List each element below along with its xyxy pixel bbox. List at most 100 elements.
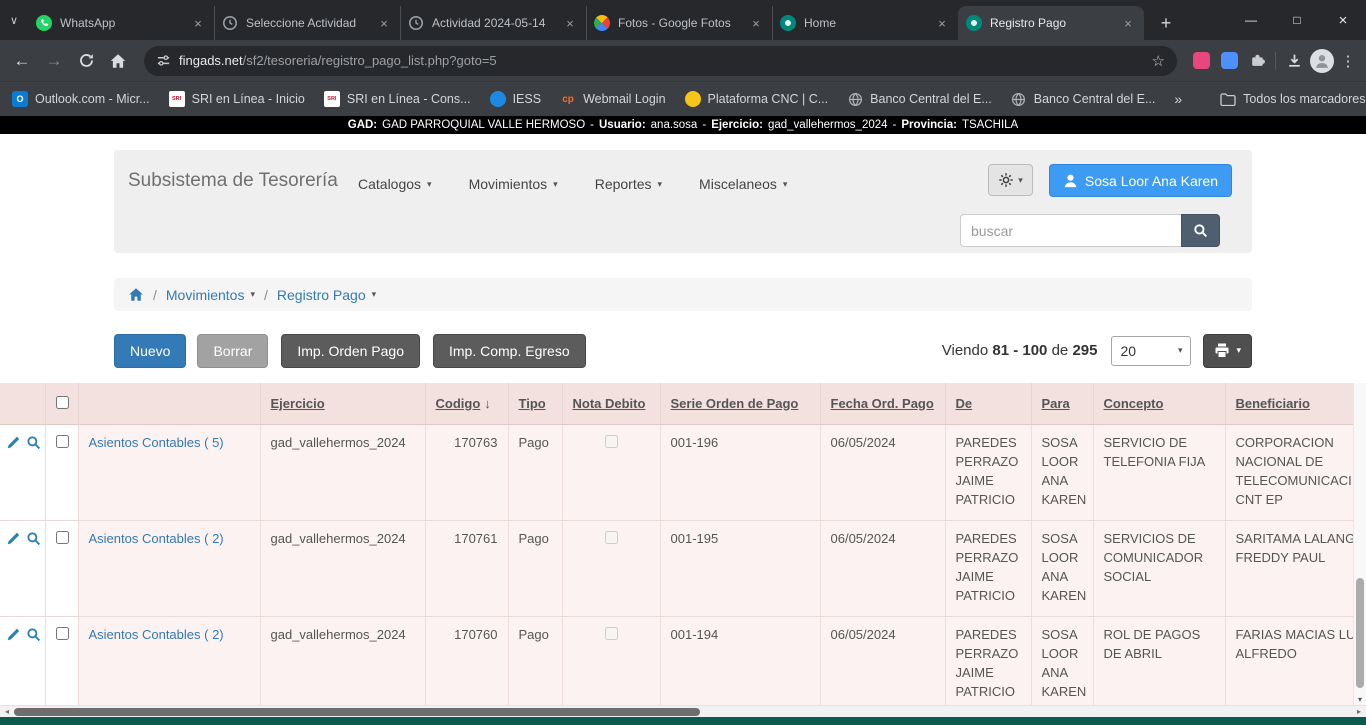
bookmark-item[interactable]: SRISRI en Línea - Inicio (169, 91, 305, 107)
tab-close-icon[interactable]: × (376, 16, 392, 31)
horizontal-scrollbar[interactable]: ◂ ▸ (0, 705, 1366, 717)
header-beneficiario[interactable]: Beneficiario (1225, 383, 1366, 424)
header-para[interactable]: Para (1031, 383, 1093, 424)
extensions-puzzle-icon[interactable] (1243, 47, 1271, 75)
menu-catalogos[interactable]: Catalogos▾ (358, 176, 432, 192)
tab-google-fotos[interactable]: Fotos - Google Fotos × (586, 6, 772, 40)
tab-close-icon[interactable]: × (748, 16, 764, 31)
forward-button[interactable]: → (38, 45, 70, 77)
tab-registro-pago[interactable]: Registro Pago × (958, 6, 1144, 40)
search-button[interactable] (1181, 214, 1220, 247)
tab-close-icon[interactable]: × (934, 16, 950, 31)
select-all-checkbox[interactable] (56, 396, 69, 409)
window-minimize-button[interactable]: — (1228, 0, 1274, 40)
menu-reportes[interactable]: Reportes▾ (595, 176, 662, 192)
window-close-button[interactable]: × (1320, 0, 1366, 40)
tab-close-icon[interactable]: × (190, 16, 206, 31)
menu-miscelaneos[interactable]: Miscelaneos▾ (699, 176, 787, 192)
header-asientos (78, 383, 260, 424)
window-controls: — □ × (1228, 0, 1366, 40)
row-checkbox[interactable] (56, 435, 69, 448)
asientos-contables-link[interactable]: Asientos Contables ( 5) (89, 435, 224, 450)
beneficiario-cell: FARIAS MACIAS LU ALFREDO (1225, 616, 1366, 712)
page-size-select[interactable]: 20▾ (1111, 336, 1191, 366)
bookmark-item[interactable]: SRISRI en Línea - Cons... (324, 91, 471, 107)
tab-close-icon[interactable]: × (562, 16, 578, 31)
new-tab-button[interactable]: + (1152, 9, 1180, 37)
window-maximize-button[interactable]: □ (1274, 0, 1320, 40)
header-serie-orden-pago[interactable]: Serie Orden de Pago (660, 383, 820, 424)
chevron-down-icon: ▾ (1178, 345, 1183, 356)
table-row: Asientos Contables ( 2) gad_vallehermos_… (0, 616, 1366, 712)
bookmark-item[interactable]: OOutlook.com - Micr... (12, 91, 150, 107)
header-codigo[interactable]: Codigo↓ (425, 383, 508, 424)
cnc-icon (685, 91, 701, 107)
row-checkbox[interactable] (56, 531, 69, 544)
edit-pencil-icon[interactable] (6, 627, 21, 642)
bookmarks-overflow-button[interactable]: » (1174, 91, 1182, 107)
header-nota-debito[interactable]: Nota Debito (562, 383, 660, 424)
header-de[interactable]: De (945, 383, 1031, 424)
home-button[interactable] (102, 45, 134, 77)
nuevo-button[interactable]: Nuevo (114, 334, 186, 368)
codigo-cell: 170763 (425, 424, 508, 520)
breadcrumb-registro-pago[interactable]: Registro Pago▾ (277, 287, 376, 303)
header-select (45, 383, 78, 424)
asientos-contables-link[interactable]: Asientos Contables ( 2) (89, 531, 224, 546)
view-magnifier-icon[interactable] (26, 435, 41, 450)
chevron-down-icon: ▾ (553, 179, 558, 190)
header-fecha-ord-pago[interactable]: Fecha Ord. Pago (820, 383, 945, 424)
tab-search-button[interactable]: ∨ (0, 0, 28, 40)
menu-movimientos[interactable]: Movimientos▾ (469, 176, 558, 192)
imp-comp-egreso-button[interactable]: Imp. Comp. Egreso (433, 334, 586, 368)
breadcrumb-movimientos[interactable]: Movimientos▾ (166, 287, 255, 303)
view-magnifier-icon[interactable] (26, 627, 41, 642)
tab-close-icon[interactable]: × (1120, 16, 1136, 31)
row-checkbox[interactable] (56, 627, 69, 640)
site-info-icon[interactable] (156, 53, 171, 68)
extension-icon[interactable] (1187, 47, 1215, 75)
chevron-down-icon: ▾ (1236, 345, 1241, 356)
browser-window: ∨ WhatsApp × Seleccione Actividad × Acti… (0, 0, 1366, 725)
tab-home[interactable]: Home × (772, 6, 958, 40)
tab-seleccione-actividad[interactable]: Seleccione Actividad × (214, 6, 400, 40)
search-input[interactable] (960, 214, 1181, 247)
borrar-button[interactable]: Borrar (197, 334, 268, 368)
header-tipo[interactable]: Tipo (508, 383, 562, 424)
imp-orden-pago-button[interactable]: Imp. Orden Pago (281, 334, 420, 368)
edit-pencil-icon[interactable] (6, 531, 21, 546)
reload-button[interactable] (70, 45, 102, 77)
bookmark-item[interactable]: Banco Central del E... (1011, 91, 1156, 107)
address-bar[interactable]: fingads.net/sf2/tesoreria/registro_pago_… (144, 46, 1177, 76)
horizontal-scrollbar-thumb[interactable] (14, 708, 700, 716)
home-icon[interactable] (128, 287, 144, 302)
bookmarks-manager-button[interactable]: Todos los marcadores (1220, 91, 1365, 107)
user-button[interactable]: Sosa Loor Ana Karen (1049, 164, 1232, 197)
concepto-cell: SERVICIOS DE COMUNICADOR SOCIAL (1093, 520, 1225, 616)
bookmark-item[interactable]: cpWebmail Login (560, 91, 665, 107)
asientos-contables-link[interactable]: Asientos Contables ( 2) (89, 627, 224, 642)
vertical-scrollbar-thumb[interactable] (1356, 578, 1364, 688)
vertical-scrollbar[interactable]: ▾ (1353, 383, 1366, 705)
back-button[interactable]: ← (6, 45, 38, 77)
menu-kebab-icon[interactable]: ⋮ (1336, 52, 1360, 70)
view-magnifier-icon[interactable] (26, 531, 41, 546)
tab-title: Seleccione Actividad (246, 16, 368, 30)
edit-pencil-icon[interactable] (6, 435, 21, 450)
header-concepto[interactable]: Concepto (1093, 383, 1225, 424)
bookmark-item[interactable]: Plataforma CNC | C... (685, 91, 829, 107)
print-button[interactable]: ▾ (1203, 334, 1252, 368)
downloads-icon[interactable] (1280, 47, 1308, 75)
bookmark-item[interactable]: IESS (490, 91, 542, 107)
bookmark-star-icon[interactable]: ☆ (1152, 52, 1165, 70)
header-ejercicio[interactable]: Ejercicio (260, 383, 425, 424)
scroll-down-icon[interactable]: ▾ (1354, 695, 1366, 704)
tab-actividad[interactable]: Actividad 2024-05-14 × (400, 6, 586, 40)
tab-whatsapp[interactable]: WhatsApp × (28, 6, 214, 40)
translate-extension-icon[interactable] (1215, 47, 1243, 75)
profile-avatar[interactable] (1308, 47, 1336, 75)
bookmark-item[interactable]: Banco Central del E... (847, 91, 992, 107)
settings-gear-button[interactable]: ▾ (988, 164, 1033, 196)
chevron-down-icon: ▾ (372, 289, 377, 300)
cpanel-icon: cp (560, 91, 576, 107)
